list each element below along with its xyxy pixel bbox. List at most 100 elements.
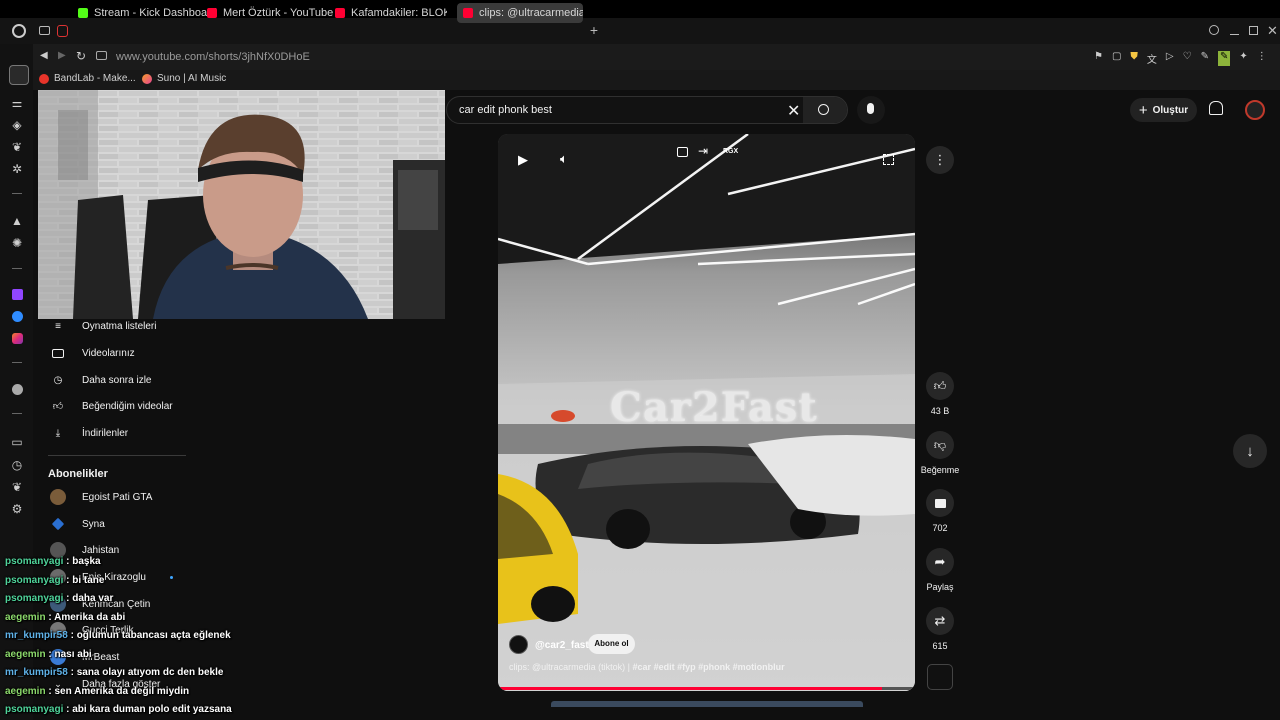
subscription-item[interactable]: Syna xyxy=(48,515,105,533)
extension-icon[interactable]: ✎ xyxy=(1201,51,1209,66)
nav-playlists[interactable]: ≡ Oynatma listeleri xyxy=(48,316,156,336)
short-player[interactable]: Car2Fast ▶ 🔈︎ ⇥ RGX @car2_fast Abone ol … xyxy=(498,134,915,691)
close-window-button[interactable]: ✕ xyxy=(1267,23,1278,39)
subscription-label: Syna xyxy=(82,518,105,530)
share-button[interactable]: ➦ xyxy=(926,548,954,576)
channel-name[interactable]: @car2_fast xyxy=(535,640,589,651)
flow-icon[interactable]: ⚌ xyxy=(10,96,24,110)
subscription-label: Egoist Pati GTA xyxy=(82,491,153,503)
gx-mods-icon[interactable]: ❦ xyxy=(10,140,24,154)
account-avatar[interactable] xyxy=(1245,100,1265,120)
chat-username: aegemin xyxy=(5,612,46,623)
search-box[interactable]: car edit phonk best ✕ xyxy=(446,96,848,124)
hashtag[interactable]: #fyp xyxy=(677,662,696,672)
tab-youtube-clips[interactable]: clips: @ultracarmedia (tik xyxy=(457,3,583,23)
remix-button[interactable]: ⇄ xyxy=(926,607,954,635)
dislike-label: Beğenme xyxy=(920,465,960,475)
url-field[interactable]: www.youtube.com/shorts/3jhNfX0DHoE xyxy=(116,51,310,63)
webcam-overlay xyxy=(38,90,445,319)
translate-icon[interactable]: 文 xyxy=(1147,51,1157,66)
volume-icon[interactable]: 🔈︎ xyxy=(560,151,568,167)
subscribe-button[interactable]: Abone ol xyxy=(588,634,635,654)
create-button[interactable]: + Oluştur xyxy=(1130,98,1197,122)
minimize-button[interactable] xyxy=(1230,34,1239,35)
tab-kick[interactable]: Stream - Kick Dashboard xyxy=(78,3,217,23)
nav-liked-videos[interactable]: 👍︎ Beğendiğim videolar xyxy=(48,396,173,416)
pip-icon[interactable] xyxy=(677,147,688,157)
play-button[interactable]: ▶ xyxy=(518,152,528,168)
tab-youtube-mert[interactable]: Mert Öztürk - YouTube xyxy=(207,3,333,23)
thumb-up-icon: 👍︎ xyxy=(52,401,64,412)
history-icon[interactable]: ◷ xyxy=(10,458,24,472)
search-button[interactable] xyxy=(803,97,847,123)
instagram-icon[interactable] xyxy=(12,333,23,344)
extension-active-icon[interactable]: ✎ xyxy=(1217,51,1231,66)
bookmark-icon[interactable]: ⚑ xyxy=(1094,51,1103,66)
nav-watch-later[interactable]: ◷ Daha sonra izle xyxy=(48,370,152,390)
play-icon[interactable]: ▷ xyxy=(1166,51,1174,66)
extensions-icon[interactable]: ❦ xyxy=(10,480,24,494)
bookmark-suno[interactable]: Suno | AI Music xyxy=(142,73,226,84)
tab-youtube-kafamdakiler[interactable]: Kafamdakiler: BLOK3 "YA xyxy=(335,3,447,23)
share-icon: ➦ xyxy=(934,554,946,569)
extension-puzzle-icon[interactable]: ✦ xyxy=(1239,51,1247,66)
tab-search-icon[interactable] xyxy=(1209,25,1219,35)
settings-icon[interactable]: ⚙ xyxy=(10,502,24,516)
subscription-item[interactable]: Egoist Pati GTA xyxy=(48,488,152,506)
heart-icon[interactable]: ♡ xyxy=(1183,51,1192,66)
back-icon[interactable]: ◀ xyxy=(40,50,48,61)
workspaces-icon[interactable] xyxy=(39,26,50,35)
chat-username: psomanyagi xyxy=(5,575,64,586)
snapshot-icon[interactable]: ▢ xyxy=(1112,51,1121,66)
clock-icon: ◷ xyxy=(53,374,63,386)
hashtag[interactable]: #edit xyxy=(654,662,675,672)
aria-icon[interactable]: ◈ xyxy=(10,118,24,132)
menu-icon[interactable]: ⋮ xyxy=(1257,51,1267,66)
new-tab-button[interactable]: + xyxy=(587,23,601,37)
chat-text: : başka xyxy=(63,556,101,567)
forward-icon[interactable]: ▶ xyxy=(58,50,66,61)
search-input[interactable]: car edit phonk best xyxy=(459,104,552,116)
voice-search-button[interactable] xyxy=(857,96,885,124)
open-in-icon[interactable]: ⇥ xyxy=(698,144,708,158)
home-icon[interactable] xyxy=(9,65,29,85)
clear-search-icon[interactable]: ✕ xyxy=(787,101,800,121)
plus-icon: + xyxy=(1138,101,1148,119)
dislike-button[interactable]: 👎︎ xyxy=(926,431,954,459)
live-dot-icon xyxy=(169,575,173,579)
chat-message: psomanyagi : daha var xyxy=(5,593,113,604)
hashtag[interactable]: #phonk xyxy=(698,662,730,672)
bookmark-bandlab[interactable]: BandLab - Make... xyxy=(39,73,136,84)
nav-downloads[interactable]: ⤓ İndirilenler xyxy=(48,423,128,443)
chatgpt-icon[interactable]: ✺ xyxy=(10,236,24,250)
fullscreen-icon[interactable] xyxy=(883,154,894,165)
site-info-icon[interactable] xyxy=(96,51,107,60)
notifications-bell-icon[interactable] xyxy=(1209,101,1223,115)
comments-button[interactable] xyxy=(926,489,954,517)
maximize-button[interactable] xyxy=(1249,26,1258,35)
spotify-icon[interactable] xyxy=(12,384,23,395)
chat-text: : daha var xyxy=(63,593,114,604)
opera-gx-icon[interactable] xyxy=(57,25,68,37)
gx-control-icon[interactable]: ✲ xyxy=(10,162,24,176)
messenger-icon[interactable] xyxy=(12,311,23,322)
wallet-icon[interactable]: ▭ xyxy=(10,435,24,449)
chat-message: aegemin : Amerika da abi xyxy=(5,612,125,623)
opera-logo-icon[interactable] xyxy=(12,24,26,38)
rgx-label[interactable]: RGX xyxy=(723,148,738,155)
like-button[interactable]: 👍︎ xyxy=(926,372,954,400)
nav-your-videos[interactable]: Videolarınız xyxy=(48,343,135,363)
more-options-button[interactable]: ⋮ xyxy=(926,146,954,174)
next-short-button[interactable]: ↓ xyxy=(1233,434,1267,468)
hashtag[interactable]: #car xyxy=(633,662,652,672)
hashtag[interactable]: #motionblur xyxy=(733,662,785,672)
channel-avatar[interactable] xyxy=(509,635,528,654)
chat-message: psomanyagi : abi kara duman polo edit ya… xyxy=(5,704,232,715)
shield-icon[interactable]: ⛊ xyxy=(1130,51,1138,66)
sound-thumbnail[interactable] xyxy=(927,664,953,690)
chat-message: aegemin : nası abi xyxy=(5,649,92,660)
chat-username: aegemin xyxy=(5,649,46,660)
twitch-icon[interactable] xyxy=(12,289,23,300)
aria-ai-icon[interactable]: ▲ xyxy=(10,214,24,228)
reload-icon[interactable]: ↻ xyxy=(76,49,86,63)
